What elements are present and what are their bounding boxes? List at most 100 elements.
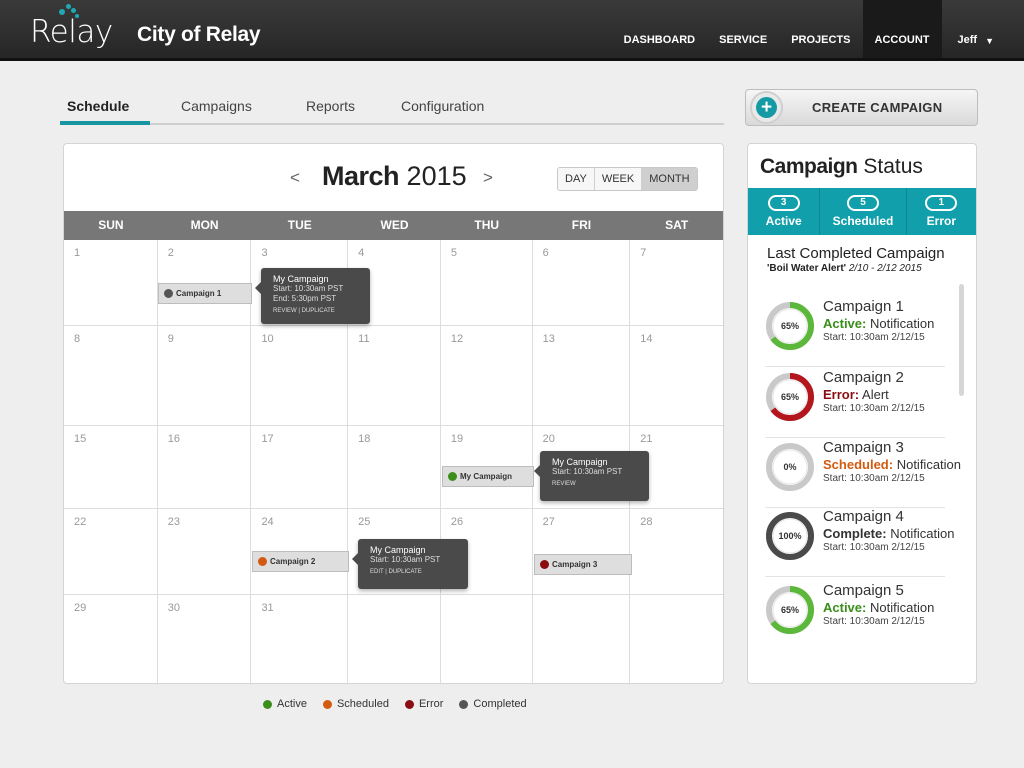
calendar-day-cell[interactable]: 10 <box>251 326 349 425</box>
calendar-day-cell[interactable]: 30 <box>158 595 252 683</box>
calendar-day-cell[interactable]: 11 <box>348 326 441 425</box>
calendar-day-cell[interactable]: 17 <box>251 426 349 508</box>
user-menu[interactable]: Jeff ▼ <box>942 0 1024 58</box>
nav-dashboard[interactable]: DASHBOARD <box>612 0 708 58</box>
tooltip-start: Start: 10:30am PST <box>273 284 344 293</box>
day-number: 28 <box>640 516 653 528</box>
view-month-button[interactable]: MONTH <box>642 168 697 190</box>
campaign-status-label: Active: <box>823 316 867 331</box>
status-count-tabs: 3 Active 5 Scheduled 1 Error <box>748 188 976 235</box>
calendar-day-cell[interactable]: 15 <box>64 426 158 508</box>
day-number: 12 <box>450 333 464 345</box>
day-number: 5 <box>450 247 457 259</box>
day-number: 1 <box>74 247 81 259</box>
calendar-event-campaign-1[interactable]: Campaign 1 <box>158 283 252 304</box>
legend-completed: Completed <box>459 698 527 710</box>
campaign-name: Campaign 2 <box>823 369 904 386</box>
campaign-start: Start: 10:30am 2/12/15 <box>823 616 925 627</box>
campaign-status-item[interactable]: 100% Campaign 4 Complete: Notification Star… <box>765 508 955 577</box>
campaign-status-item[interactable]: 65% Campaign 2 Error: Alert Start: 10:30am … <box>765 369 945 438</box>
next-month-button[interactable]: > <box>483 168 493 188</box>
legend-label: Error <box>418 698 444 710</box>
calendar-day-cell[interactable]: 14 <box>630 326 723 425</box>
calendar-day-cell[interactable]: 12 <box>441 326 533 425</box>
calendar-day-cell[interactable]: 16 <box>158 426 252 508</box>
month-title: March 2015 <box>322 161 467 192</box>
duplicate-link[interactable]: DUPLICATE <box>388 569 421 575</box>
status-dot <box>540 560 549 569</box>
calendar-event-my-campaign[interactable]: My Campaign <box>442 466 534 487</box>
review-link[interactable]: REVIEW <box>273 308 297 314</box>
nav-projects[interactable]: PROJECTS <box>779 0 862 58</box>
day-number: 31 <box>261 602 274 614</box>
prev-month-button[interactable]: < <box>290 168 300 188</box>
legend-label: Scheduled <box>336 698 389 710</box>
last-completed-heading: Last Completed Campaign <box>767 245 945 262</box>
tab-configuration[interactable]: Configuration <box>401 98 484 114</box>
review-link[interactable]: REVIEW <box>552 481 576 487</box>
weekday-thu: THU <box>474 218 500 232</box>
scrollbar[interactable] <box>959 284 964 396</box>
campaign-status-item[interactable]: 65% Campaign 5 Active: Notification Start: … <box>765 582 945 651</box>
calendar-day-cell[interactable]: 27 <box>533 509 631 594</box>
status-tab-error[interactable]: 1 Error <box>907 188 976 235</box>
status-dot <box>258 557 267 566</box>
progress-percent: 65% <box>780 321 799 331</box>
legend-dot <box>263 699 272 709</box>
status-tab-active[interactable]: 3 Active <box>748 188 821 235</box>
calendar-event-campaign-2[interactable]: Campaign 2 <box>252 551 349 572</box>
logo[interactable]: Relay <box>30 14 113 50</box>
calendar-day-cell[interactable] <box>533 595 631 683</box>
weekday-mon: MON <box>190 218 219 232</box>
calendar-day-cell[interactable]: 29 <box>64 595 158 683</box>
campaign-start: Start: 10:30am 2/12/15 <box>823 403 925 414</box>
divider <box>765 576 945 577</box>
tooltip-links: REVIEW <box>552 481 637 487</box>
city-name: City of Relay <box>137 23 261 46</box>
campaign-status-item[interactable]: 0% Campaign 3 Scheduled: Notification Start… <box>765 439 961 508</box>
calendar-day-cell[interactable]: 22 <box>64 509 158 594</box>
duplicate-link[interactable]: DUPLICATE <box>302 308 335 314</box>
calendar-day-cell[interactable]: 9 <box>158 326 252 425</box>
create-campaign-button[interactable]: + CREATE CAMPAIGN <box>745 89 978 126</box>
day-number: 23 <box>167 516 180 528</box>
calendar-day-cell[interactable]: 7 <box>630 240 723 325</box>
calendar-day-cell[interactable]: 6 <box>533 240 631 325</box>
month-year: 2015 <box>406 161 467 191</box>
event-tooltip: My Campaign Start: 10:30am PST End: 5:30… <box>255 268 370 324</box>
calendar-day-cell[interactable]: 18 <box>348 426 441 508</box>
calendar-day-cell[interactable]: 28 <box>630 509 723 594</box>
calendar-day-cell[interactable] <box>348 595 441 683</box>
count-badge: 5 <box>847 195 879 211</box>
calendar-panel: < March 2015 > DAY WEEK MONTH SUN MON TU… <box>63 143 724 684</box>
legend-dot <box>322 699 332 709</box>
calendar-day-cell[interactable]: 31 <box>251 595 349 683</box>
nav-account[interactable]: ACCOUNT <box>862 0 942 58</box>
status-tab-scheduled[interactable]: 5 Scheduled <box>820 188 907 235</box>
nav-service[interactable]: SERVICE <box>707 0 779 58</box>
view-week-button[interactable]: WEEK <box>594 168 643 190</box>
edit-link[interactable]: EDIT <box>370 569 384 575</box>
calendar-day-cell[interactable]: 1 <box>64 240 158 325</box>
view-day-button[interactable]: DAY <box>558 168 595 190</box>
calendar-day-cell[interactable]: 5 <box>441 240 533 325</box>
calendar-event-campaign-3[interactable]: Campaign 3 <box>534 554 632 575</box>
calendar-day-cell[interactable]: 13 <box>533 326 631 425</box>
weekday-wed: WED <box>380 218 409 232</box>
tab-campaigns[interactable]: Campaigns <box>181 98 252 114</box>
calendar-day-cell[interactable]: 23 <box>158 509 252 594</box>
tab-reports[interactable]: Reports <box>306 98 355 114</box>
tooltip-links: REVIEW | DUPLICATE <box>273 308 335 314</box>
tab-schedule[interactable]: Schedule <box>67 98 129 114</box>
count-badge: 3 <box>767 195 800 211</box>
campaign-status-item[interactable]: 65% Campaign 1 Active: Notification Start: … <box>765 298 945 367</box>
progress-ring: 65% <box>765 585 815 635</box>
tooltip-start: Start: 10:30am PST <box>370 555 441 564</box>
active-tab-indicator <box>60 121 150 125</box>
count-label: Scheduled <box>832 214 894 228</box>
calendar-day-cell[interactable] <box>441 595 533 683</box>
month-name: March <box>322 161 400 191</box>
campaign-status: Scheduled: Notification <box>823 457 961 472</box>
calendar-day-cell[interactable] <box>630 595 723 683</box>
calendar-day-cell[interactable]: 8 <box>64 326 158 425</box>
